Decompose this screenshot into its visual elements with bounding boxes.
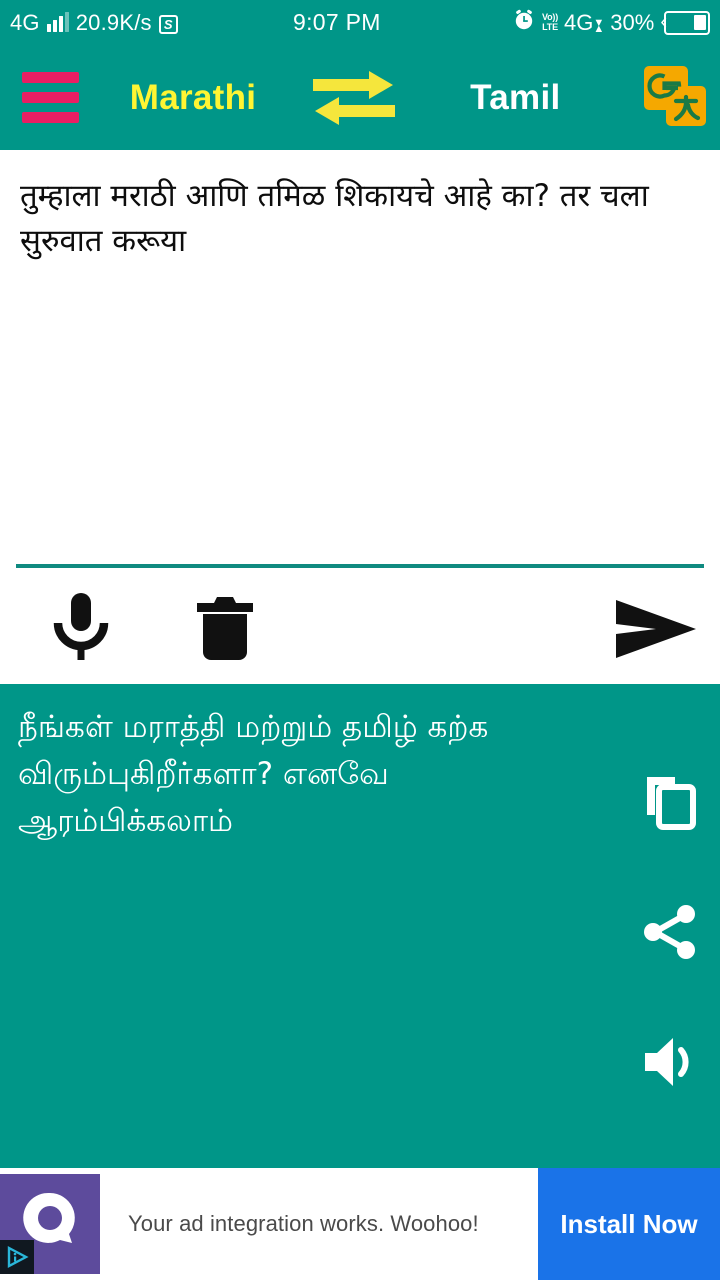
app-screen: 4G 20.9K/s S 9:07 PM Vo)) LTE 4G ▼ ▲ 30%… <box>0 0 720 1280</box>
source-text[interactable]: तुम्हाला मराठी आणि तमिळ शिकायचे आहे का? … <box>20 174 700 264</box>
microphone-icon[interactable] <box>48 590 114 669</box>
volte-icon: Vo)) LTE <box>542 12 559 32</box>
hamburger-menu-icon[interactable] <box>22 72 80 123</box>
target-language-selector[interactable]: Tamil <box>402 78 629 118</box>
ad-headline: Your ad integration works. Woohoo! <box>128 1211 479 1236</box>
swap-languages-icon[interactable] <box>307 69 402 127</box>
data-rate-label: 20.9K/s <box>75 9 152 35</box>
sync-icon: S <box>158 14 178 34</box>
alarm-clock-icon <box>512 8 536 37</box>
action-row <box>0 570 720 684</box>
mobile-data-icon: 4G ▼ ▲ <box>564 9 605 35</box>
status-bar-left: 4G 20.9K/s S <box>10 9 178 35</box>
trash-can-icon[interactable] <box>192 592 258 669</box>
ad-app-icon <box>0 1174 100 1274</box>
source-language-selector[interactable]: Marathi <box>79 78 306 118</box>
status-bar-right: Vo)) LTE 4G ▼ ▲ 30% ‹ <box>512 8 710 37</box>
divider <box>16 564 704 568</box>
battery-percent-label: 30% <box>610 9 655 35</box>
network-type-label: 4G <box>10 9 40 35</box>
speaker-volume-icon[interactable] <box>634 1026 706 1098</box>
copy-icon[interactable] <box>634 766 706 838</box>
google-translate-icon[interactable] <box>629 61 720 135</box>
status-bar: 4G 20.9K/s S 9:07 PM Vo)) LTE 4G ▼ ▲ 30%… <box>0 0 720 45</box>
send-arrow-icon[interactable] <box>612 598 698 665</box>
share-icon[interactable] <box>634 896 706 968</box>
source-text-area[interactable]: तुम्हाला मराठी आणि तमिळ शिकायचे आहे का? … <box>0 150 720 565</box>
ad-banner[interactable]: Your ad integration works. Woohoo! Insta… <box>0 1168 720 1280</box>
adchoices-icon[interactable] <box>0 1240 34 1274</box>
translation-output-panel: நீங்கள் மராத்தி மற்றும் தமிழ் கற்க விரும… <box>0 684 720 1168</box>
app-bar: Marathi Tamil <box>0 45 720 150</box>
status-bar-center: 9:07 PM <box>178 11 512 34</box>
signal-strength-icon <box>46 11 69 34</box>
battery-icon: ‹ <box>660 10 710 35</box>
translated-text: நீங்கள் மராத்தி மற்றும் தமிழ் கற்க விரும… <box>18 709 489 839</box>
install-now-button[interactable]: Install Now <box>538 1168 720 1280</box>
clock-label: 9:07 PM <box>293 9 381 35</box>
